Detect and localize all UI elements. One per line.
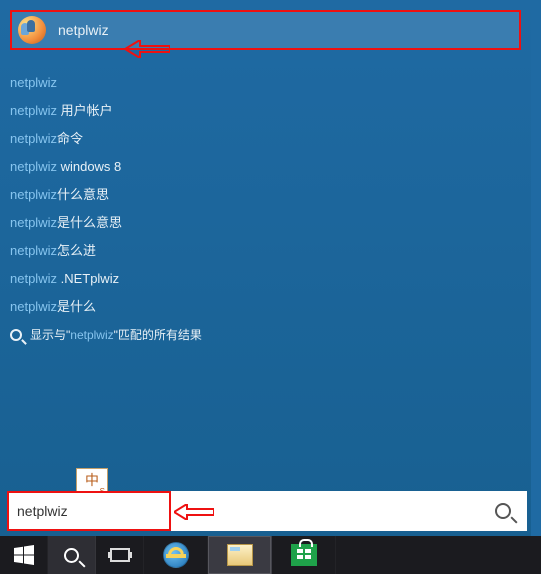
ime-mode-label: 中 xyxy=(85,473,99,487)
start-search-panel: netplwiz netplwiznetplwiz 用户帐户netplwiz命令… xyxy=(0,0,531,536)
suggestion-keyword: netplwiz xyxy=(10,131,57,146)
search-bar xyxy=(7,491,527,531)
windows-logo-icon xyxy=(14,545,34,565)
suggestion-keyword: netplwiz xyxy=(10,271,57,286)
suggestion-suffix: 什么意思 xyxy=(57,187,109,202)
suggestion-item[interactable]: netplwiz xyxy=(10,74,521,92)
show-all-text: 显示与"netplwiz"匹配的所有结果 xyxy=(30,326,202,343)
suggestion-item[interactable]: netplwiz命令 xyxy=(10,130,521,148)
search-icon xyxy=(64,548,79,563)
suggestion-suffix: 用户帐户 xyxy=(57,103,113,118)
suggestion-item[interactable]: netplwiz .NETplwiz xyxy=(10,270,521,288)
suggestion-item[interactable]: netplwiz什么意思 xyxy=(10,186,521,204)
search-bar-right xyxy=(171,491,527,531)
suggestion-item[interactable]: netplwiz怎么进 xyxy=(10,242,521,260)
file-explorer-icon xyxy=(227,544,253,566)
suggestion-keyword: netplwiz xyxy=(10,103,57,118)
task-view-button[interactable] xyxy=(96,536,144,574)
taskbar-app-ie[interactable] xyxy=(144,536,208,574)
taskbar-app-store[interactable] xyxy=(272,536,336,574)
suggestion-suffix: 命令 xyxy=(57,131,83,146)
suggestion-suffix: 是什么 xyxy=(57,299,96,314)
suggestion-suffix: 是什么意思 xyxy=(57,215,122,230)
search-suggestions: netplwiznetplwiz 用户帐户netplwiz命令netplwiz … xyxy=(10,74,521,316)
search-icon[interactable] xyxy=(495,503,511,519)
top-result-label: netplwiz xyxy=(58,22,109,38)
suggestion-item[interactable]: netplwiz 用户帐户 xyxy=(10,102,521,120)
search-icon xyxy=(10,329,22,341)
search-input[interactable] xyxy=(17,503,161,519)
top-result[interactable]: netplwiz xyxy=(10,10,521,50)
task-view-icon xyxy=(110,548,130,562)
suggestion-keyword: netplwiz xyxy=(10,75,57,90)
suggestion-suffix: 怎么进 xyxy=(57,243,96,258)
suggestion-item[interactable]: netplwiz是什么 xyxy=(10,298,521,316)
suggestion-keyword: netplwiz xyxy=(10,187,57,202)
show-all-results[interactable]: 显示与"netplwiz"匹配的所有结果 xyxy=(10,326,521,343)
suggestion-keyword: netplwiz xyxy=(10,215,57,230)
suggestion-suffix: .NETplwiz xyxy=(57,271,119,286)
suggestion-keyword: netplwiz xyxy=(10,243,57,258)
start-button[interactable] xyxy=(0,536,48,574)
suggestion-item[interactable]: netplwiz windows 8 xyxy=(10,158,521,176)
taskbar-app-file-explorer[interactable] xyxy=(208,536,272,574)
suggestion-keyword: netplwiz xyxy=(10,299,57,314)
suggestion-keyword: netplwiz xyxy=(10,159,57,174)
store-icon xyxy=(291,544,317,566)
user-accounts-shield-icon xyxy=(18,16,46,44)
suggestion-item[interactable]: netplwiz是什么意思 xyxy=(10,214,521,232)
divider xyxy=(531,0,541,536)
search-input-highlight xyxy=(7,491,171,531)
suggestion-suffix: windows 8 xyxy=(57,159,121,174)
taskbar-search-button[interactable] xyxy=(48,536,96,574)
internet-explorer-icon xyxy=(163,542,189,568)
taskbar xyxy=(0,536,541,574)
